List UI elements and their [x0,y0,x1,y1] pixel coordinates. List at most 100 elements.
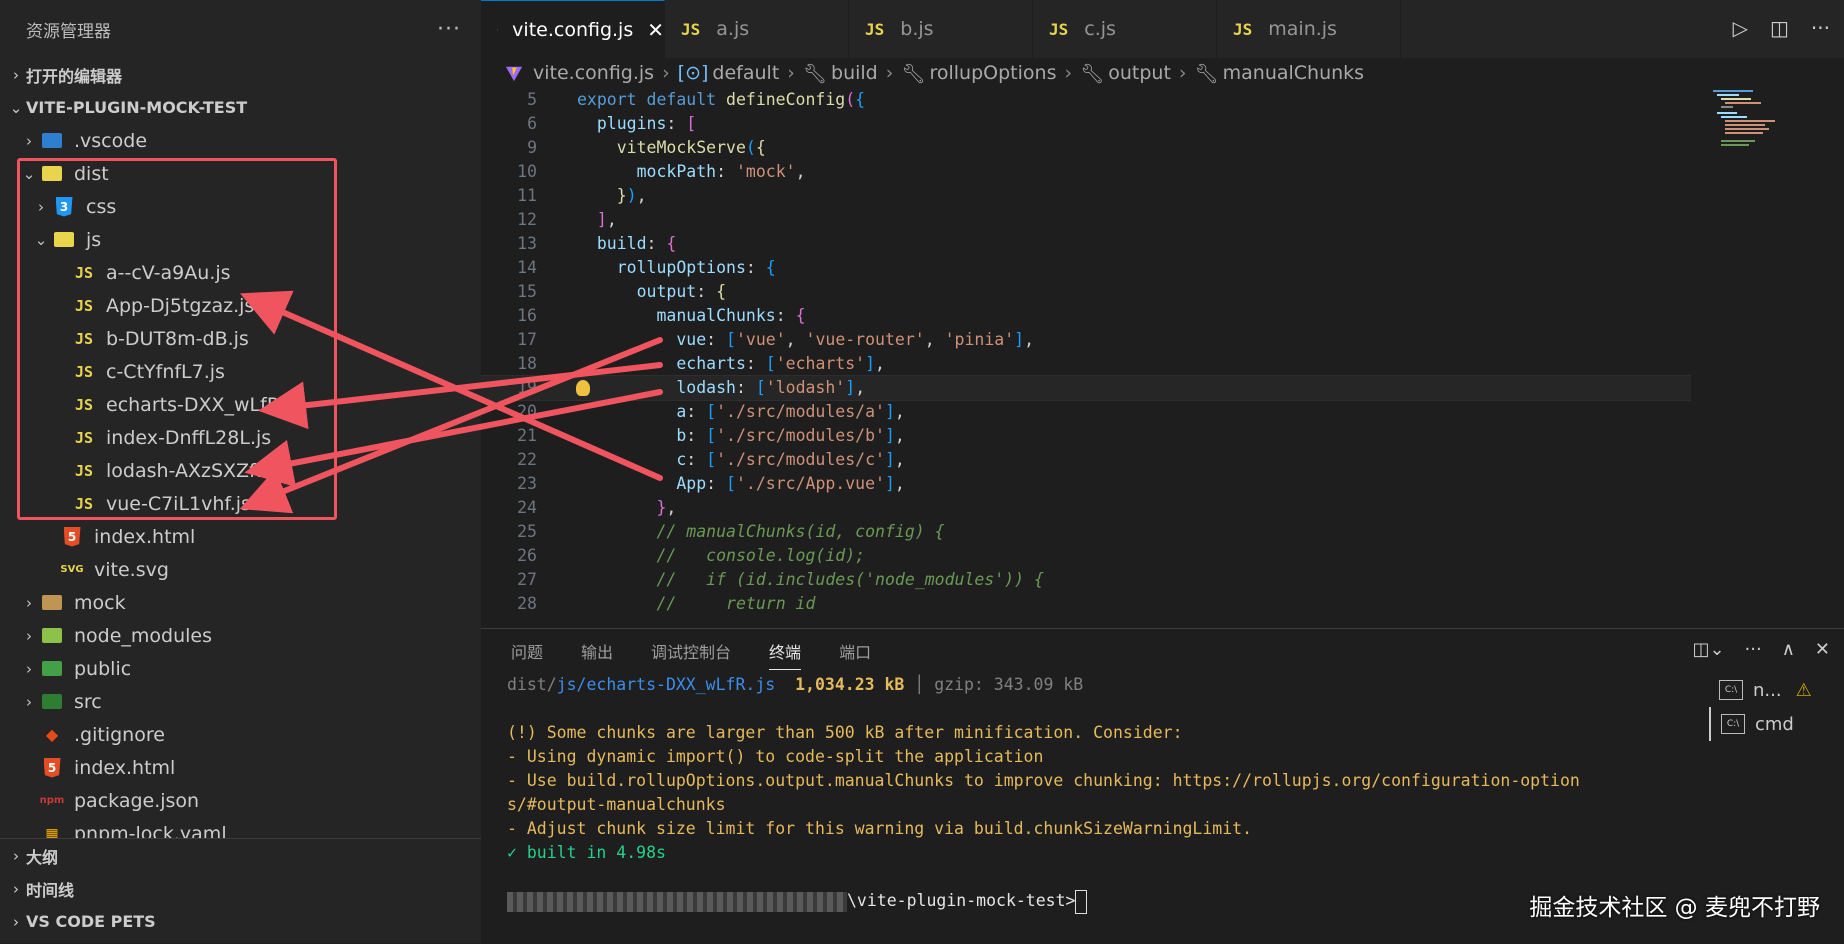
tab-ports[interactable]: 端口 [839,639,871,663]
line-number: 5 [481,88,537,112]
js-file-icon: JS [1233,20,1252,39]
terminal-prompt: \vite-plugin-mock-test> [507,889,1627,913]
tree-file[interactable]: SVGvite.svg [0,553,481,586]
terminal-cursor [1075,890,1087,914]
tree-file[interactable]: 5index.html [0,520,481,553]
split-terminal-icon[interactable]: ◫⌄ [1692,639,1724,660]
tree-file[interactable]: JSb-DUT8m-dB.js [0,322,481,355]
vscode-pets-section[interactable]: ›VS CODE PETS [0,905,481,938]
tree-folder-dist[interactable]: ⌄dist [0,157,481,190]
chevron-right-icon: › [886,62,894,84]
tree-file[interactable]: JSApp-Dj5tgzaz.js [0,289,481,322]
line-number: 11 [481,184,537,208]
tab-vite-config[interactable]: vite.config.js ✕ [481,0,665,58]
project-section[interactable]: ⌄VITE-PLUGIN-MOCK-TEST [0,91,481,124]
js-file-icon: JS [865,20,884,39]
open-editors-section[interactable]: ›打开的编辑器 [0,58,481,91]
more-actions-icon[interactable]: ··· [1811,16,1830,40]
code-line: 12 ], [481,208,1691,232]
line-number: 18 [481,352,537,376]
chevron-right-icon: › [1179,62,1187,84]
tree-label: public [74,658,131,680]
code-line: 20 a: ['./src/modules/a'], [481,400,1691,424]
tree-file[interactable]: JSecharts-DXX_wLfR.js [0,388,481,421]
breadcrumb-item[interactable]: output [1108,62,1171,84]
code-line: 26 // console.log(id); [481,544,1691,568]
minimap[interactable] [1711,88,1831,188]
js-file-icon: JS [72,263,96,283]
tree-file[interactable]: JSindex-DnffL28L.js [0,421,481,454]
terminal-line: (!) Some chunks are larger than 500 kB a… [507,721,1627,745]
run-icon[interactable]: ▷ [1733,16,1748,40]
outline-section[interactable]: ›大纲 [0,839,481,872]
explorer-header: 资源管理器 ··· [0,0,481,58]
tree-file[interactable]: JSa--cV-a9Au.js [0,256,481,289]
tree-label: node_modules [74,625,212,647]
tree-folder[interactable]: ›public [0,652,481,685]
code-editor[interactable]: 5export default defineConfig({ 6 plugins… [481,88,1691,628]
tab-debug-console[interactable]: 调试控制台 [651,639,731,663]
tree-file[interactable]: JSvue-C7iL1vhf.js [0,487,481,520]
breadcrumb-item[interactable]: manualChunks [1223,62,1364,84]
code-line: 19 lodash: ['lodash'], [481,376,1691,400]
tab-main-js[interactable]: JSmain.js [1217,0,1401,58]
tree-folder[interactable]: ›node_modules [0,619,481,652]
code-line: 23 App: ['./src/App.vue'], [481,472,1691,496]
open-editors-label: 打开的编辑器 [26,63,122,87]
timeline-section[interactable]: ›时间线 [0,872,481,905]
tree-label: c-CtYfnfL7.js [106,361,225,383]
close-icon[interactable]: ✕ [1815,639,1830,660]
vite-icon [497,20,498,40]
chevron-right-icon: › [6,847,26,865]
tree-file[interactable]: JSlodash-AXzSXZf1.js [0,454,481,487]
line-number: 12 [481,208,537,232]
tree-label: css [86,196,116,218]
tree-folder-css[interactable]: ›3css [0,190,481,223]
more-actions-icon[interactable]: ··· [1745,639,1762,660]
tree-folder-js[interactable]: ⌄js [0,223,481,256]
git-file-icon: ◆ [40,725,64,745]
wrench-icon: 🔧︎ [1080,62,1104,85]
terminal-line: - Use build.rollupOptions.output.manualC… [507,769,1627,793]
line-number: 25 [481,520,537,544]
tree-file[interactable]: 5index.html [0,751,481,784]
tab-problems[interactable]: 问题 [511,639,543,663]
tab-c-js[interactable]: JSc.js [1033,0,1217,58]
project-label: VITE-PLUGIN-MOCK-TEST [26,98,247,117]
tree-label: index.html [74,757,175,779]
breadcrumb-item[interactable]: rollupOptions [929,62,1056,84]
tree-label: index-DnffL28L.js [106,427,271,449]
tree-file[interactable]: npmpackage.json [0,784,481,817]
breadcrumb-item[interactable]: vite.config.js [533,62,654,84]
tree-label: dist [74,163,109,185]
breadcrumb-item[interactable]: default [712,62,779,84]
lightbulb-icon[interactable] [576,380,590,396]
tree-folder[interactable]: ›src [0,685,481,718]
breadcrumb-item[interactable]: build [831,62,878,84]
terminal-output[interactable]: dist/js/echarts-DXX_wLfR.js 1,034.23 kB … [481,673,1627,913]
separator: │ [914,675,924,694]
tree-file[interactable]: JSc-CtYfnfL7.js [0,355,481,388]
js-file-icon: JS [72,461,96,481]
tab-output[interactable]: 输出 [581,639,613,663]
terminal-item[interactable]: C:\cmd [1709,707,1844,741]
close-icon[interactable]: ✕ [647,18,664,42]
bottom-panel: 问题 输出 调试控制台 终端 端口 ◫⌄ ··· ∧ ✕ dist/js/ech… [481,628,1844,944]
tree-label: b-DUT8m-dB.js [106,328,249,350]
terminal-item[interactable]: C:\n...⚠ [1709,673,1844,707]
tree-folder-vscode[interactable]: ›.vscode [0,124,481,157]
terminal-icon: C:\ [1719,680,1743,700]
split-editor-icon[interactable]: ◫ [1770,16,1789,40]
tab-terminal[interactable]: 终端 [769,639,801,670]
tree-file[interactable]: ◆.gitignore [0,718,481,751]
html-file-icon: 5 [60,527,84,547]
tab-b-js[interactable]: JSb.js [849,0,1033,58]
tree-folder[interactable]: ›mock [0,586,481,619]
tab-a-js[interactable]: JSa.js [665,0,849,58]
line-number: 28 [481,592,537,616]
breadcrumb: vite.config.js› [⊙]default› 🔧︎build› 🔧︎r… [481,58,1844,88]
js-file-icon: JS [681,20,700,39]
node-folder-icon [40,626,64,646]
more-actions-icon[interactable]: ··· [437,17,461,42]
maximize-panel-icon[interactable]: ∧ [1782,639,1795,660]
